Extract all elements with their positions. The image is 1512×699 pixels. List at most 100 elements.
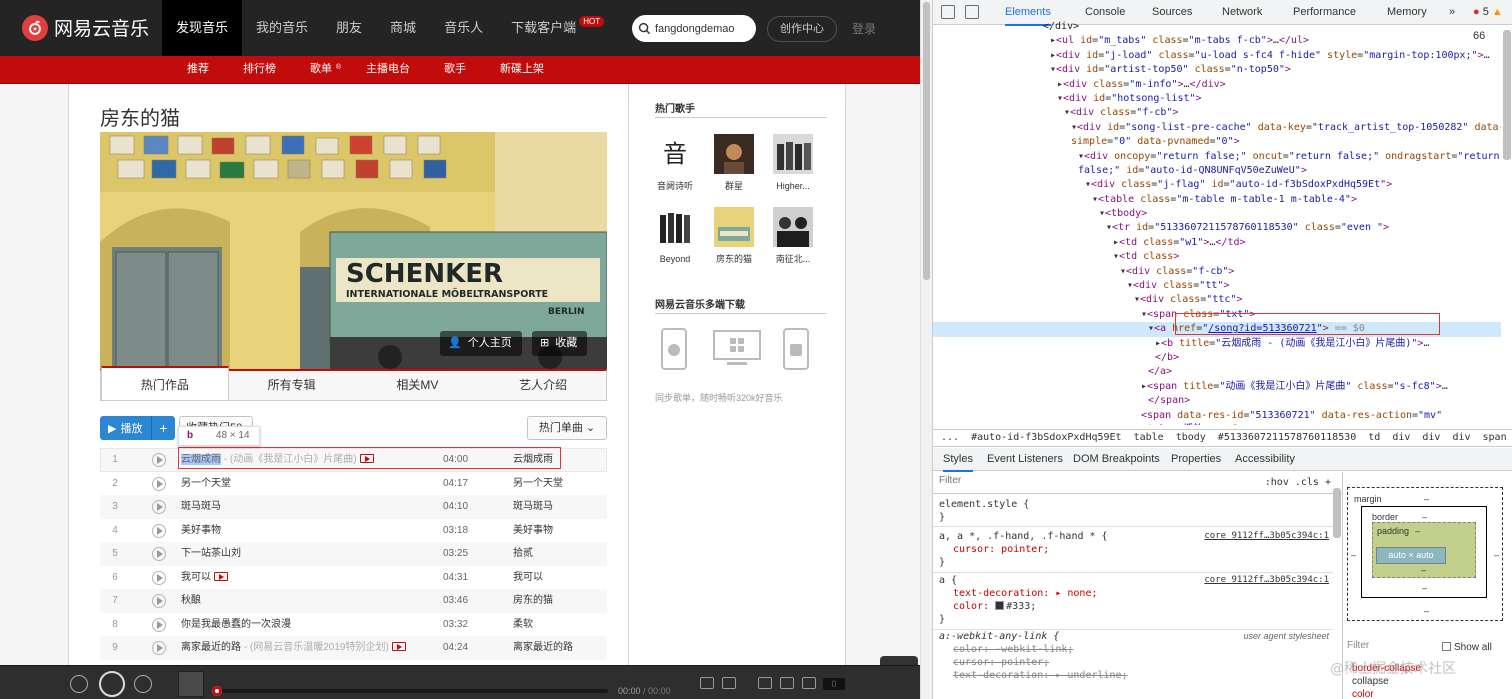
nav-discover[interactable]: 发现音乐 [162, 0, 243, 56]
nav-download[interactable]: 下载客户端 HOT [497, 0, 605, 56]
dom-node[interactable]: ▾<tr id="5133607211578760118530" class="… [933, 221, 1501, 235]
nav-friends[interactable]: 朋友 [322, 0, 376, 56]
artist-collect-button[interactable]: ⊞ 收藏 [532, 331, 588, 356]
tab-related-mv[interactable]: 相关MV [355, 371, 481, 400]
play-song-icon[interactable] [152, 641, 166, 655]
song-album[interactable]: 离家最近的路 [513, 636, 573, 660]
dom-node[interactable]: ▾<div class="f-cb"> [933, 265, 1501, 279]
volume-icon[interactable] [758, 677, 772, 689]
mv-icon[interactable] [214, 571, 228, 581]
tab-artist-intro[interactable]: 艺人介绍 [480, 371, 606, 400]
song-row[interactable]: 1 云烟成雨 - (动画《我是江小白》片尾曲) 04:00 云烟成雨 [100, 447, 607, 472]
dom-node[interactable]: ▾<tbody> [933, 207, 1501, 221]
playlist-icon[interactable] [802, 677, 816, 689]
breadcrumb-item[interactable]: div [1422, 432, 1440, 443]
song-album[interactable]: 拾贰 [513, 542, 533, 566]
dom-node[interactable]: <span data-res-id="513360721" data-res-a… [933, 409, 1501, 423]
play-all-button[interactable]: ▶ 播放 + [100, 416, 175, 440]
song-album[interactable]: 斑马斑马 [513, 495, 553, 519]
rule-a-hand[interactable]: a, a *, .f-hand, .f-hand * { core_9112ff… [933, 530, 1333, 573]
play-song-icon[interactable] [152, 453, 166, 467]
dom-node[interactable]: ▾<div class="tt"> [933, 279, 1501, 293]
search-box[interactable] [632, 15, 756, 42]
dom-scrollbar-thumb[interactable] [1503, 30, 1511, 160]
hot-artist-item[interactable]: 音 音阙诗听 [650, 134, 700, 193]
page-scrollbar-thumb[interactable] [923, 2, 930, 280]
subnav-artists[interactable]: 歌手 [433, 56, 477, 83]
subnav-charts[interactable]: 排行榜 [232, 56, 287, 83]
dom-node[interactable]: ▾<div id="song-list-pre-cache" data-key=… [933, 121, 1501, 135]
page-scrollbar[interactable] [920, 0, 932, 699]
play-pause-icon[interactable] [99, 671, 125, 697]
song-title[interactable]: 斑马斑马 [181, 501, 221, 512]
song-title[interactable]: 云烟成雨 [181, 454, 221, 465]
song-title[interactable]: 美好事物 [181, 525, 221, 536]
previous-track-icon[interactable] [70, 675, 88, 693]
dom-node[interactable]: ▾<span class="txt"> [933, 308, 1501, 322]
song-row[interactable]: 9 离家最近的路 - (网易云音乐温暖2019特别企划) 04:24 离家最近的路 [100, 636, 607, 660]
song-title[interactable]: 秋酿 [181, 595, 201, 606]
dom-node[interactable]: ▸<div id="j-load" class="u-load s-fc4 f-… [933, 49, 1501, 63]
subnav-radio[interactable]: 主播电台 [355, 56, 421, 83]
song-title[interactable]: 离家最近的路 [181, 642, 241, 653]
device-toolbar-icon[interactable] [965, 5, 979, 19]
dom-node[interactable]: ▸<div class="m-info">…</div> [933, 78, 1501, 92]
subtab-styles[interactable]: Styles [943, 448, 973, 472]
show-all-checkbox[interactable]: Show all [1442, 642, 1492, 653]
color-swatch[interactable] [995, 601, 1005, 610]
dom-node[interactable]: ▸<td class="w1">…</td> [933, 236, 1501, 250]
breadcrumb-item[interactable]: div [1392, 432, 1410, 443]
dom-node[interactable]: simple="0" data-pvnamed="0"> [933, 135, 1501, 149]
song-title[interactable]: 另一个天堂 [181, 478, 231, 489]
dom-node[interactable]: ▾<table class="m-table m-table-1 m-table… [933, 193, 1501, 207]
song-title[interactable]: 下一站茶山刘 [181, 548, 241, 559]
subtab-dom-breakpoints[interactable]: DOM Breakpoints [1073, 448, 1160, 470]
rule-source-link[interactable]: core_9112ff…3b05c394c:1 [1204, 530, 1329, 543]
add-to-playlist-button[interactable]: + [152, 416, 175, 440]
picture-in-picture-icon[interactable] [700, 677, 714, 689]
nav-mall[interactable]: 商城 [376, 0, 430, 56]
now-playing-cover[interactable] [178, 671, 204, 697]
loop-icon[interactable] [780, 677, 794, 689]
rule-webkit-any-link[interactable]: a:-webkit-any-link { user agent styleshe… [939, 630, 1329, 682]
android-icon[interactable] [783, 328, 809, 370]
progress-track[interactable] [212, 689, 608, 693]
creator-center-button[interactable]: 创作中心 [767, 16, 837, 42]
play-song-icon[interactable] [152, 500, 166, 514]
breadcrumb-item[interactable]: td [1368, 432, 1380, 443]
dom-node[interactable]: </div> [933, 20, 1501, 34]
styles-scrollbar-thumb[interactable] [1333, 488, 1341, 538]
nav-my-music[interactable]: 我的音乐 [242, 0, 322, 56]
play-song-icon[interactable] [152, 617, 166, 632]
song-album[interactable]: 我可以 [513, 566, 543, 590]
subnav-new-albums[interactable]: 新碟上架 [489, 56, 555, 83]
rule-property[interactable]: cursor: pointer; [939, 656, 1329, 669]
subtab-properties[interactable]: Properties [1171, 448, 1221, 470]
play-song-icon[interactable] [152, 523, 166, 538]
artist-homepage-button[interactable]: 👤 个人主页 [440, 331, 522, 356]
song-row[interactable]: 3 斑马斑马 04:10 斑马斑马 [100, 495, 607, 519]
song-row[interactable]: 7 秋酿 03:46 房东的猫 [100, 589, 607, 613]
search-input[interactable] [655, 22, 749, 35]
song-album[interactable]: 另一个天堂 [513, 472, 563, 496]
subnav-recommend[interactable]: 推荐 [176, 56, 220, 83]
subtab-event-listeners[interactable]: Event Listeners [987, 448, 1063, 470]
login-link[interactable]: 登录 [852, 20, 876, 37]
song-album[interactable]: 云烟成雨 [513, 448, 553, 472]
dom-node[interactable]: ▾<div oncopy="return false;" oncut="retu… [933, 150, 1501, 164]
song-row[interactable]: 6 我可以 04:31 我可以 [100, 566, 607, 590]
dom-node[interactable]: ▾<div id="hotsong-list"> [933, 92, 1501, 106]
breadcrumb-item[interactable]: #5133607211578760118530 [1218, 432, 1356, 443]
song-row[interactable]: 2 另一个天堂 04:17 另一个天堂 [100, 472, 607, 496]
dom-node[interactable]: </span> [933, 394, 1501, 408]
dom-node[interactable]: ▸<ul id="m_tabs" class="m-tabs f-cb">…</… [933, 34, 1501, 48]
subtab-accessibility[interactable]: Accessibility [1235, 448, 1295, 470]
subnav-playlists[interactable]: 歌单 ® [299, 56, 343, 83]
mv-icon[interactable] [391, 642, 406, 651]
rule-property[interactable]: color: -webkit-link; [939, 643, 1329, 656]
song-row[interactable]: 4 美好事物 03:18 美好事物 [100, 519, 607, 543]
rule-property-color[interactable]: color: #333; [939, 600, 1329, 613]
breadcrumb-item[interactable]: span [1483, 432, 1507, 443]
song-row[interactable]: 5 下一站茶山刘 03:25 拾贰 [100, 542, 607, 566]
hot-artist-item[interactable]: 房东的猫 [709, 207, 759, 266]
